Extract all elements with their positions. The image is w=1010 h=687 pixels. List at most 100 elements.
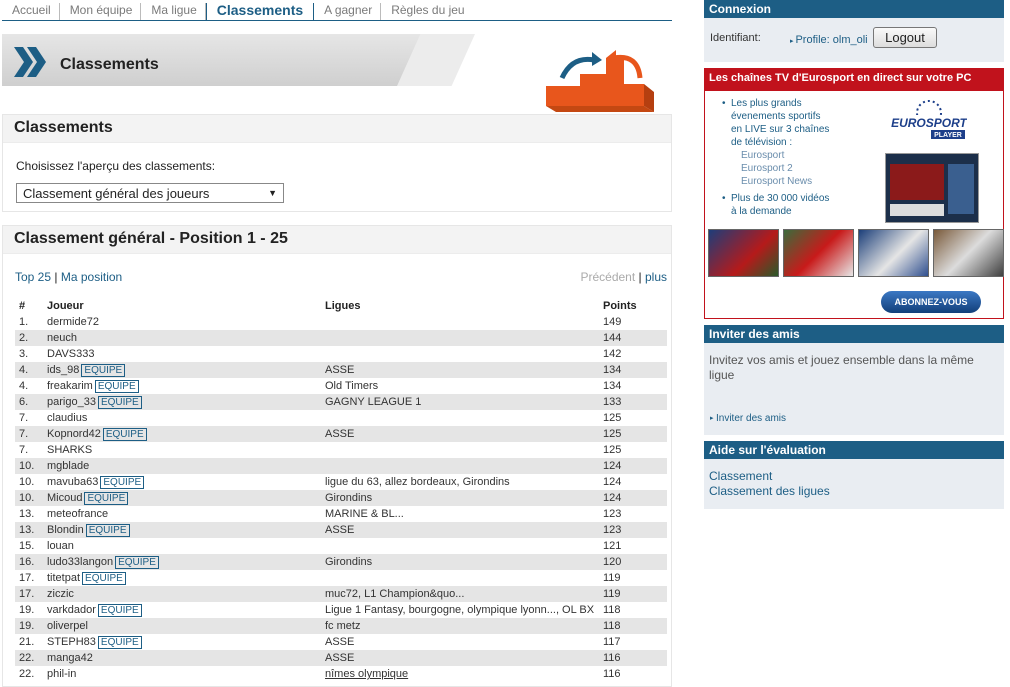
rank-value: 17. <box>19 588 35 600</box>
top25-link[interactable]: Top 25 <box>15 270 51 284</box>
player-cell: ludo33langon EQUIPE <box>43 554 321 570</box>
player-cell: Blondin EQUIPE <box>43 522 321 538</box>
player-cell: ziczic <box>43 586 321 602</box>
points-cell: 116 <box>599 650 667 666</box>
rank-cell: 2. <box>15 330 43 346</box>
team-badge[interactable]: EQUIPE <box>100 476 145 489</box>
player-cell: louan <box>43 538 321 554</box>
aide-link-classement-ligues[interactable]: Classement des ligues <box>709 484 1004 499</box>
leagues-cell: muc72, L1 Champion&quo... <box>321 586 599 602</box>
player-cell: claudius <box>43 410 321 426</box>
player-name[interactable]: ziczic <box>47 588 74 600</box>
player-name[interactable]: oliverpel <box>47 620 88 632</box>
player-cell: STEPH83 EQUIPE <box>43 634 321 650</box>
leagues-value[interactable]: nîmes olympique <box>325 668 408 680</box>
player-name[interactable]: parigo_33 <box>47 396 96 408</box>
subscribe-button[interactable]: ABONNEZ-VOUS <box>881 291 981 313</box>
leagues-cell <box>321 458 599 474</box>
points-value: 116 <box>603 652 621 664</box>
team-badge[interactable]: EQUIPE <box>84 492 129 505</box>
invite-link[interactable]: Inviter des amis <box>710 413 786 424</box>
player-name[interactable]: ludo33langon <box>47 556 113 568</box>
player-name[interactable]: ids_98 <box>47 364 79 376</box>
profile-link[interactable]: ▸ Profile: olm_oli <box>790 34 868 46</box>
points-value: 133 <box>603 396 622 408</box>
team-badge[interactable]: EQUIPE <box>85 524 130 537</box>
nav-accueil[interactable]: Accueil <box>2 3 60 20</box>
leagues-cell <box>321 570 599 586</box>
points-value: 124 <box>603 460 622 472</box>
rank-value: 7. <box>19 428 29 440</box>
nav-a-gagner[interactable]: A gagner <box>314 3 382 20</box>
points-value: 134 <box>603 364 622 376</box>
nav-mon-equipe[interactable]: Mon équipe <box>60 3 142 20</box>
team-badge[interactable]: EQUIPE <box>94 380 139 393</box>
player-name[interactable]: Micoud <box>47 492 82 504</box>
player-name[interactable]: titetpat <box>47 572 80 584</box>
classements-panel-title: Classements <box>3 115 671 143</box>
player-cell: parigo_33 EQUIPE <box>43 394 321 410</box>
classement-select[interactable]: Classement général des joueurs ▼ <box>16 183 284 203</box>
player-name[interactable]: freakarim <box>47 380 93 392</box>
table-row: 22. manga42 ASSE 116 <box>15 650 667 666</box>
leagues-cell: ASSE <box>321 522 599 538</box>
player-name[interactable]: louan <box>47 540 74 552</box>
team-badge[interactable]: EQUIPE <box>97 396 142 409</box>
points-value: 144 <box>603 332 622 344</box>
rank-cell: 19. <box>15 618 43 634</box>
player-name[interactable]: DAVS333 <box>47 348 95 360</box>
player-name[interactable]: mavuba63 <box>47 476 98 488</box>
nav-classements[interactable]: Classements <box>205 3 315 20</box>
player-name[interactable]: STEPH83 <box>47 636 96 648</box>
team-badge[interactable]: EQUIPE <box>82 572 126 585</box>
player-name[interactable]: Blondin <box>47 524 84 536</box>
connexion-title: Connexion <box>704 0 1004 18</box>
rank-value: 10. <box>19 492 35 504</box>
nav-ma-ligue[interactable]: Ma ligue <box>141 3 206 20</box>
player-name[interactable]: manga42 <box>47 652 93 664</box>
table-row: 19. oliverpel fc metz 118 <box>15 618 667 634</box>
leagues-cell: ASSE <box>321 426 599 442</box>
eurosport-ad[interactable]: Les chaînes TV d'Eurosport en direct sur… <box>704 68 1004 319</box>
rank-value: 13. <box>19 524 35 536</box>
player-cell: mavuba63 EQUIPE <box>43 474 321 490</box>
points-cell: 134 <box>599 378 667 394</box>
leagues-cell: Ligue 1 Fantasy, bourgogne, olympique ly… <box>321 602 599 618</box>
player-name[interactable]: neuch <box>47 332 77 344</box>
player-name[interactable]: claudius <box>47 412 87 424</box>
ad-line: Les plus grands <box>731 98 802 109</box>
team-badge[interactable]: EQUIPE <box>97 636 142 649</box>
player-name[interactable]: phil-in <box>47 668 76 680</box>
rank-value: 19. <box>19 620 35 632</box>
player-name[interactable]: dermide72 <box>47 316 99 328</box>
player-name[interactable]: mgblade <box>47 460 89 472</box>
table-row: 21. STEPH83 EQUIPE ASSE 117 <box>15 634 667 650</box>
table-row: 4. ids_98 EQUIPE ASSE 134 <box>15 362 667 378</box>
logo-text: EUROSPORT <box>891 116 967 130</box>
leagues-value: Girondins <box>325 556 373 568</box>
player-name[interactable]: meteofrance <box>47 508 108 520</box>
player-name[interactable]: Kopnord42 <box>47 428 101 440</box>
col-leagues: Ligues <box>325 300 361 312</box>
points-cell: 134 <box>599 362 667 378</box>
table-row: 6. parigo_33 EQUIPE GAGNY LEAGUE 1 133 <box>15 394 667 410</box>
aide-link-classement[interactable]: Classement <box>709 469 1004 484</box>
team-badge[interactable]: EQUIPE <box>115 556 159 569</box>
leagues-value: MARINE & BL... <box>325 508 404 520</box>
team-badge[interactable]: EQUIPE <box>81 364 126 377</box>
leagues-cell <box>321 314 599 330</box>
rank-value: 10. <box>19 460 35 472</box>
table-row: 17. ziczic muc72, L1 Champion&quo... 119 <box>15 586 667 602</box>
my-position-link[interactable]: Ma position <box>61 270 122 284</box>
thumb-football <box>783 229 854 277</box>
next-link[interactable]: plus <box>645 270 667 284</box>
nav-regles[interactable]: Règles du jeu <box>381 3 472 20</box>
team-badge[interactable]: EQUIPE <box>97 604 142 617</box>
rank-cell: 22. <box>15 666 43 682</box>
player-cell: DAVS333 <box>43 346 321 362</box>
logout-button[interactable]: Logout <box>873 27 937 48</box>
player-name[interactable]: SHARKS <box>47 444 92 456</box>
points-value: 121 <box>603 540 622 552</box>
player-name[interactable]: varkdador <box>47 604 96 616</box>
team-badge[interactable]: EQUIPE <box>102 428 147 441</box>
